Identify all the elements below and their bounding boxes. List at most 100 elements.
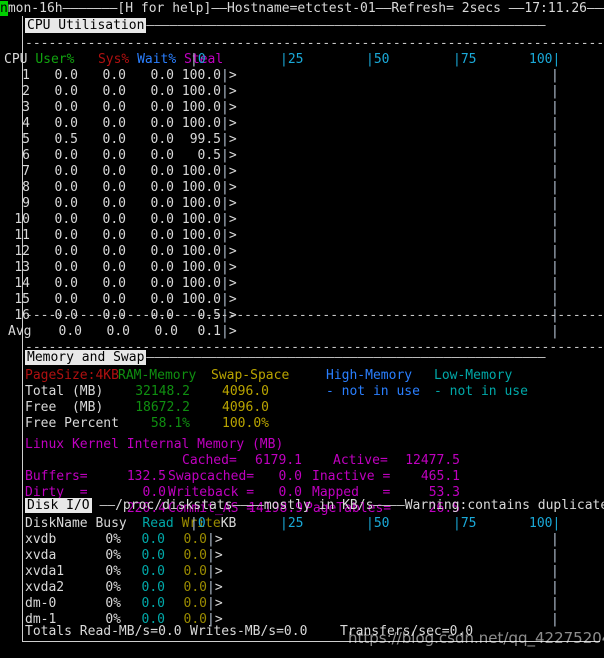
cpu-row-bar-marker: > — [228, 116, 237, 131]
cpu-row-bar-marker: > — [228, 228, 237, 243]
disk-row-bar-left: | — [207, 596, 215, 611]
kernel-cached-label-wrap: Cached= — [182, 453, 237, 469]
disk-row-read: 0.0 — [141, 596, 165, 611]
cpu-row-bar-left: | — [221, 164, 229, 179]
kernel-cached-label: Cached= — [182, 453, 237, 468]
disk-col-kb: KB — [220, 516, 237, 531]
cpu-row-bar-left: | — [221, 228, 229, 243]
disk-row-read: 0.0 — [141, 532, 165, 547]
cpu-scale-75: |75 — [453, 52, 477, 67]
memory-free-label-wrap: Free (MB) — [25, 400, 103, 416]
disk-row-read: 0.0 — [141, 548, 165, 563]
disk-row-write: 0.0 — [183, 564, 207, 579]
disk-scale: |0 — [190, 516, 206, 531]
disk-scale-25: |25 — [280, 516, 304, 531]
cpu-rule-top: ----------------------------------------… — [25, 36, 604, 51]
kernel-title-wrap: Linux Kernel Internal Memory (MB) — [25, 437, 283, 453]
kernel-buffers-label-wrap: Buffers= — [25, 469, 88, 485]
cpu-row-bar-right: | — [551, 116, 559, 131]
memory-col-high: High-Memory — [326, 368, 413, 383]
cpu-row-bar-right: | — [551, 180, 559, 195]
cpu-row-bar-left: | — [221, 132, 229, 147]
cpu-avg-bar-left: | — [221, 324, 229, 339]
nmon-title-line: nmon-16h———————[H for help]——Hostname=et… — [0, 1, 604, 17]
cpu-scale-0: 0 — [197, 52, 206, 67]
cpu-row-steal: 100.0 — [181, 212, 221, 227]
disk-row-bar-marker: > — [214, 596, 223, 611]
memory-total-low-wrap: - not in use — [434, 384, 528, 400]
cpu-row-wait: 0.0 — [150, 244, 174, 259]
disk-scale-100-wrap: 100| — [529, 516, 560, 532]
cpu-row-wait: 0.0 — [150, 276, 174, 291]
cpu-avg-bar-right: | — [551, 324, 559, 339]
cpu-row-bar-left: | — [221, 212, 229, 227]
cpu-row-sys: 0.0 — [102, 68, 126, 83]
cpu-row: 1 0.0 0.0 0.0 100.0|> — [4, 68, 236, 84]
cpu-row-user: 0.0 — [54, 180, 78, 195]
cpu-row-id: 1 — [22, 68, 30, 83]
disk-row-name: xvda2 — [25, 580, 65, 595]
disk-row-bar-right: | — [551, 532, 559, 547]
cpu-row-steal: 100.0 — [181, 244, 221, 259]
cpu-row-user: 0.5 — [54, 132, 78, 147]
kernel-title: Linux Kernel Internal Memory (MB) — [25, 437, 284, 452]
kernel-swapcached-value: 0.0 — [278, 469, 302, 484]
cpu-row-steal: 99.5 — [189, 132, 221, 147]
disk-row-bar-marker: > — [214, 532, 223, 547]
cpu-row-bar-right: | — [551, 228, 559, 243]
cpu-row-steal: 100.0 — [181, 228, 221, 243]
memory-col-ram-wrap: RAM-Memory — [118, 368, 196, 384]
cpu-row-id: 15 — [14, 292, 30, 307]
cpu-scale-25: |25 — [280, 52, 304, 67]
cpu-row-steal: 100.0 — [181, 180, 221, 195]
memory-pct-swap-wrap: 100.0% — [197, 416, 269, 432]
memory-total-low: - not in use — [434, 384, 528, 399]
disk-row: xvda 0% 0.0 0.0|> — [25, 548, 223, 564]
disk-col-busy: Busy — [95, 516, 127, 531]
cpu-col-sys: Sys% — [97, 52, 130, 67]
cpu-row: 11 0.0 0.0 0.0 100.0|> — [4, 228, 237, 244]
cpu-row: 3 0.0 0.0 0.0 100.0|> — [4, 100, 236, 116]
cpu-scale-100-wrap: 100| — [529, 52, 560, 68]
cpu-row-bar-marker: > — [228, 180, 237, 195]
disk-row-bar-right: | — [551, 612, 559, 627]
cpu-row-bar-marker: > — [228, 196, 237, 211]
disk-row-name: dm-0 — [25, 596, 57, 611]
disk-row-busy: 0% — [105, 580, 121, 595]
cpu-row-wait: 0.0 — [150, 212, 174, 227]
cpu-row-user: 0.0 — [54, 292, 78, 307]
memory-free-swap: 4096.0 — [222, 400, 269, 415]
cpu-row-sys: 0.0 — [102, 100, 126, 115]
cpu-avg-steal: 0.1 — [197, 324, 221, 339]
memory-total-ram-wrap: 32148.2 — [118, 384, 190, 400]
cpu-row-wait: 0.0 — [150, 132, 174, 147]
disk-row-name: xvda — [25, 548, 57, 563]
cpu-row-bar-marker: > — [228, 164, 237, 179]
cpu-row-bar-marker: > — [228, 244, 237, 259]
memory-free-swap-wrap: 4096.0 — [197, 400, 269, 416]
cpu-scale-25-wrap: |25 — [280, 52, 303, 68]
cpu-row-user: 0.0 — [54, 228, 78, 243]
cpu-row-bar-right: | — [551, 148, 559, 163]
cpu-row-sys: 0.0 — [102, 84, 126, 99]
cpu-row-id: 14 — [14, 276, 30, 291]
cpu-row-sys: 0.0 — [102, 132, 126, 147]
kernel-buffers-label: Buffers= — [25, 469, 88, 484]
kernel-active-label-wrap: Active= — [333, 453, 388, 469]
memory-total-swap-wrap: 4096.0 — [197, 384, 269, 400]
cpu-row-bar-left: | — [221, 148, 229, 163]
cpu-row: 9 0.0 0.0 0.0 100.0|> — [4, 196, 237, 212]
cpu-row-wait: 0.0 — [150, 68, 174, 83]
disk-row: xvda2 0% 0.0 0.0|> — [25, 580, 223, 596]
cpu-row-id: 4 — [22, 116, 30, 131]
disk-totals-label: Totals — [25, 624, 72, 639]
cpu-row: 4 0.0 0.0 0.0 100.0|> — [4, 116, 237, 132]
disk-totals-write-wrap: Writes-MB/s=0.0 — [190, 624, 307, 640]
disk-row-busy: 0% — [105, 564, 121, 579]
cpu-row-id: 3 — [22, 100, 30, 115]
cpu-section-header: CPU Utilisation —————————————————————————… — [25, 18, 546, 34]
cpu-row-wait: 0.0 — [150, 164, 174, 179]
disk-source: /proc/diskstats — [115, 498, 233, 513]
memory-section-header: Memory and Swap —————————————————————————… — [25, 350, 546, 366]
cpu-avg-wait: 0.0 — [154, 324, 178, 339]
